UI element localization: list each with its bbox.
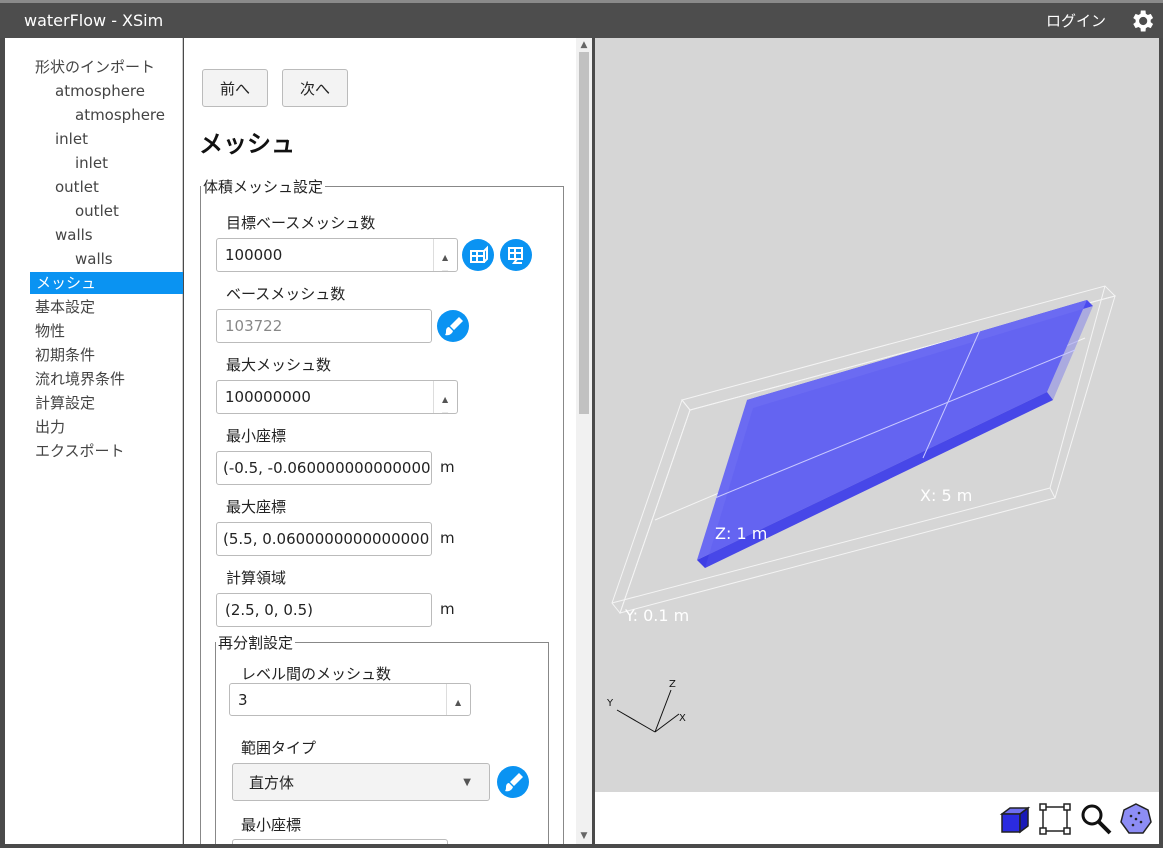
target-base-spinner[interactable]: ▲▼ (433, 239, 457, 271)
refinement-min-coord-input[interactable] (232, 839, 448, 844)
sidebar-item-atmosphere[interactable]: atmosphere (75, 104, 165, 126)
domain-unit: m (440, 600, 455, 618)
zoom-icon[interactable] (1079, 802, 1113, 836)
range-type-select[interactable]: 直方体 ▼ (232, 763, 490, 801)
solid-cube-icon[interactable] (998, 802, 1032, 836)
sidebar-item-basic-settings[interactable]: 基本設定 (35, 296, 95, 318)
base-mesh-label: ベースメッシュ数 (226, 285, 346, 303)
3d-viewport[interactable]: Z: 1 m X: 5 m Y: 0.1 m Z X Y (595, 38, 1159, 792)
sidebar-item-walls-group[interactable]: walls (55, 224, 93, 246)
mesh-generate-icon[interactable] (462, 239, 494, 271)
z-dimension-label: Z: 1 m (715, 524, 767, 543)
levels-input[interactable]: 3 ▲▼ (229, 683, 471, 716)
base-mesh-field: 103722 (216, 309, 432, 343)
domain-input[interactable]: (2.5, 0, 0.5) (216, 593, 432, 627)
sidebar-item-atmosphere-group[interactable]: atmosphere (55, 80, 145, 102)
target-base-input[interactable]: 100000 ▲▼ (216, 238, 458, 272)
brush-icon[interactable] (437, 310, 469, 342)
title-bar: waterFlow - XSim ログイン (0, 0, 1163, 38)
refinement-legend: 再分割設定 (218, 634, 294, 652)
fit-view-icon[interactable] (1038, 802, 1072, 836)
levels-value: 3 (238, 691, 248, 709)
volume-mesh-legend: 体積メッシュ設定 (203, 178, 324, 196)
max-coord-label: 最大座標 (226, 498, 287, 516)
max-mesh-spinner[interactable]: ▲▼ (433, 381, 457, 413)
sidebar-item-inlet-group[interactable]: inlet (55, 128, 88, 150)
prev-button[interactable]: 前へ (202, 69, 268, 107)
min-coord-unit: m (440, 458, 455, 476)
max-mesh-input[interactable]: 100000000 ▲▼ (216, 380, 458, 414)
login-link[interactable]: ログイン (1046, 10, 1106, 31)
sidebar-item-walls[interactable]: walls (75, 248, 113, 270)
sidebar-item-boundary-conditions[interactable]: 流れ境界条件 (35, 368, 125, 390)
sidebar-item-inlet[interactable]: inlet (75, 152, 108, 174)
y-dimension-label: Y: 0.1 m (624, 606, 689, 625)
axis-triad (616, 689, 680, 733)
panel-scrollbar[interactable]: ▲ ▼ (576, 38, 592, 844)
sidebar-item-outlet[interactable]: outlet (75, 200, 119, 222)
scroll-thumb[interactable] (579, 52, 589, 414)
max-coord-input[interactable]: (5.5, 0.0600000000000000 (216, 522, 432, 556)
sidebar-item-initial-conditions[interactable]: 初期条件 (35, 344, 95, 366)
max-coord-unit: m (440, 529, 455, 547)
sidebar-item-mesh[interactable]: メッシュ (30, 272, 183, 294)
scroll-down-arrow-icon[interactable]: ▼ (579, 831, 589, 841)
refinement-min-coord-label: 最小座標 (241, 816, 302, 834)
sidebar-item-outlet-group[interactable]: outlet (55, 176, 99, 198)
levels-spinner[interactable]: ▲▼ (446, 684, 470, 715)
brush-icon[interactable] (497, 766, 529, 798)
axis-y-label: Y (606, 698, 614, 709)
mesh-preview[interactable]: Z: 1 m X: 5 m Y: 0.1 m Z X Y (595, 38, 1159, 792)
sidebar-tree: 形状のインポート atmosphere atmosphere inlet inl… (5, 38, 183, 844)
levels-label: レベル間のメッシュ数 (241, 665, 392, 683)
range-type-value: 直方体 (249, 774, 295, 792)
polyhedron-icon[interactable] (1119, 802, 1153, 836)
page-title: メッシュ (199, 130, 295, 158)
gear-icon[interactable] (1128, 7, 1156, 35)
min-coord-label: 最小座標 (226, 427, 287, 445)
settings-panel: 前へ 次へ メッシュ 体積メッシュ設定 目標ベースメッシュ数 100000 ▲▼… (184, 38, 592, 844)
x-dimension-label: X: 5 m (920, 486, 972, 505)
app-title: waterFlow - XSim (24, 11, 164, 30)
chevron-down-icon: ▼ (463, 777, 471, 788)
axis-x-label: X (679, 713, 686, 724)
mesh-check-icon[interactable] (500, 239, 532, 271)
max-mesh-label: 最大メッシュ数 (226, 356, 332, 374)
sidebar-item-export[interactable]: エクスポート (35, 440, 125, 462)
sidebar-item-output[interactable]: 出力 (35, 416, 65, 438)
domain-label: 計算領域 (226, 569, 287, 587)
target-base-label: 目標ベースメッシュ数 (226, 214, 376, 232)
scroll-up-arrow-icon[interactable]: ▲ (579, 40, 589, 50)
sidebar-item-calc-settings[interactable]: 計算設定 (35, 392, 95, 414)
axis-z-label: Z (669, 679, 676, 690)
target-base-value: 100000 (225, 246, 283, 264)
sidebar-item-properties[interactable]: 物性 (35, 320, 65, 342)
sidebar-item-import[interactable]: 形状のインポート (35, 56, 155, 78)
next-button[interactable]: 次へ (282, 69, 348, 107)
min-coord-input[interactable]: (-0.5, -0.0600000000000000 (216, 451, 432, 485)
range-type-label: 範囲タイプ (241, 739, 317, 757)
max-mesh-value: 100000000 (225, 388, 311, 406)
viewport-toolbar (595, 792, 1159, 844)
